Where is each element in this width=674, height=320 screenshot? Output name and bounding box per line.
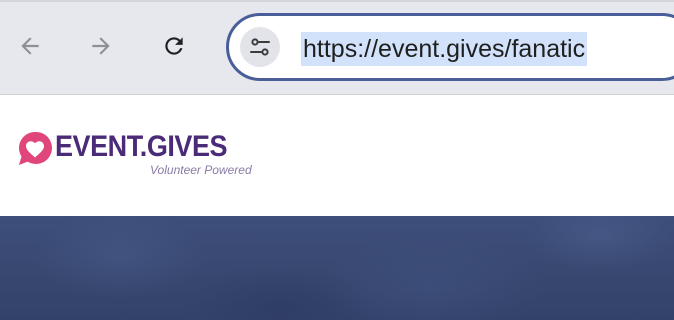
site-header: EVENT.GIVES Volunteer Powered bbox=[0, 95, 674, 216]
back-button[interactable] bbox=[10, 26, 50, 66]
site-settings-button[interactable] bbox=[240, 27, 280, 67]
hero-banner bbox=[0, 216, 674, 320]
forward-button[interactable] bbox=[81, 26, 121, 66]
url-text[interactable]: https://event.gives/fanatic bbox=[301, 32, 588, 66]
logo-wordmark: EVENT.GIVES bbox=[55, 130, 228, 163]
arrow-left-icon bbox=[21, 37, 39, 55]
tab-strip-edge bbox=[0, 0, 674, 2]
reload-button[interactable] bbox=[154, 26, 194, 66]
arrow-right-icon bbox=[92, 37, 110, 55]
reload-icon bbox=[165, 37, 183, 55]
tune-icon bbox=[250, 38, 270, 56]
site-logo[interactable]: EVENT.GIVES Volunteer Powered bbox=[18, 129, 258, 181]
logo-tagline: Volunteer Powered bbox=[150, 163, 252, 177]
browser-toolbar: https://event.gives/fanatic bbox=[0, 0, 674, 95]
address-bar[interactable]: https://event.gives/fanatic bbox=[226, 13, 674, 81]
heart-speech-bubble-icon bbox=[18, 131, 52, 165]
